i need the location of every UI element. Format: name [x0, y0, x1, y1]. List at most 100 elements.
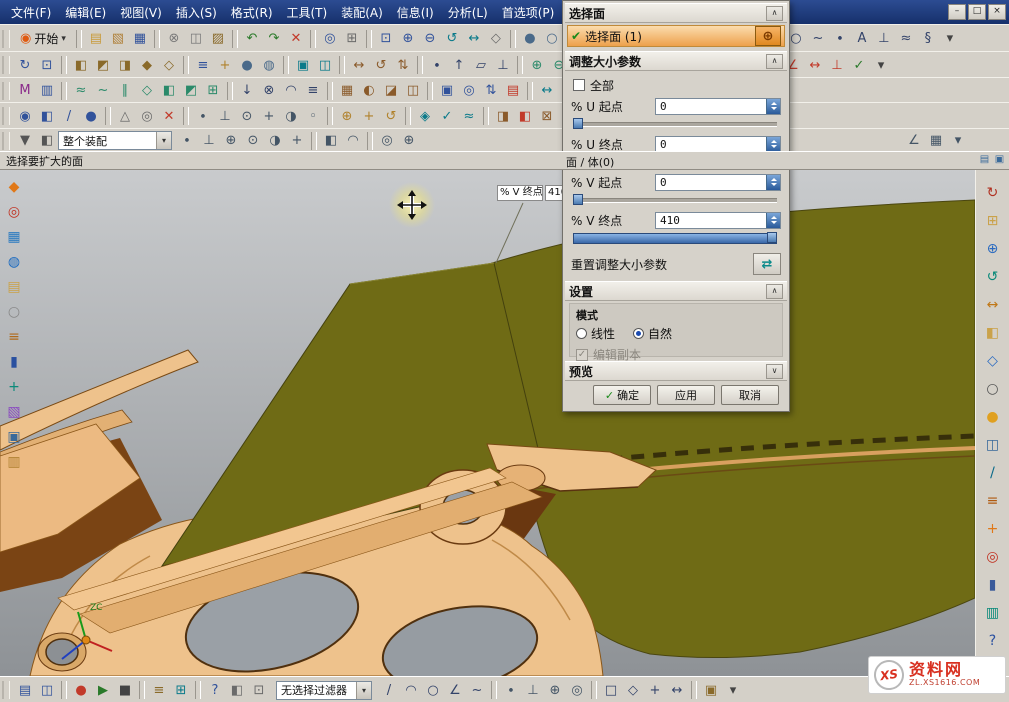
- zoom-view[interactable]: ⊕: [981, 238, 1005, 260]
- all-checkbox[interactable]: [573, 79, 585, 91]
- chevron-down-icon[interactable]: ▾: [156, 132, 171, 149]
- curve-line[interactable]: /: [378, 679, 400, 701]
- roles-navigator[interactable]: ◆: [2, 176, 26, 198]
- move-object[interactable]: ↔: [348, 54, 370, 76]
- window-cascade[interactable]: ◫: [36, 679, 58, 701]
- snap-center-toggle[interactable]: ◎: [566, 679, 588, 701]
- menu-view[interactable]: 视图(V): [113, 1, 169, 24]
- check-faces[interactable]: ✓: [436, 105, 458, 127]
- snap-center[interactable]: ⊙: [236, 105, 258, 127]
- trimetric-view[interactable]: ◇: [158, 54, 180, 76]
- ruler-tool[interactable]: ≡: [981, 490, 1005, 512]
- light-bulb[interactable]: ●: [981, 406, 1005, 428]
- deselect-all[interactable]: ✕: [158, 105, 180, 127]
- zoom-out[interactable]: ⊖: [419, 28, 441, 50]
- through-curves[interactable]: ≈: [70, 80, 92, 102]
- pan-view-tool[interactable]: ↔: [981, 294, 1005, 316]
- save-file[interactable]: ▦: [129, 28, 151, 50]
- spinner[interactable]: [766, 137, 780, 152]
- info[interactable]: §: [917, 28, 939, 50]
- offset-surface[interactable]: ◧: [158, 80, 180, 102]
- face-collector-row[interactable]: ✔ 选择面 (1) ⊕: [567, 25, 785, 47]
- zoom-in[interactable]: ⊕: [397, 28, 419, 50]
- examine-geometry[interactable]: ◈: [414, 105, 436, 127]
- open-file[interactable]: ▧: [107, 28, 129, 50]
- snap-settings[interactable]: ▾: [947, 130, 969, 152]
- select-face-button[interactable]: ⊕: [755, 26, 781, 46]
- analysis[interactable]: ≈: [895, 28, 917, 50]
- rotate-view-tool[interactable]: ↺: [981, 266, 1005, 288]
- materials-palette[interactable]: ▧: [2, 401, 26, 423]
- menu-assemblies[interactable]: 装配(A): [334, 1, 390, 24]
- right-view[interactable]: ◨: [114, 54, 136, 76]
- mold-wizard[interactable]: M: [14, 80, 36, 102]
- v-start-slider[interactable]: [573, 194, 777, 205]
- snap-mid[interactable]: ⊥: [214, 105, 236, 127]
- snap-intersection[interactable]: +: [258, 105, 280, 127]
- cut[interactable]: ⊗: [163, 28, 185, 50]
- select-face[interactable]: ◧: [36, 105, 58, 127]
- fit-view[interactable]: ⊞: [981, 210, 1005, 232]
- snap-end[interactable]: ∙: [192, 105, 214, 127]
- spinner[interactable]: [766, 175, 780, 190]
- u-start-input[interactable]: 0: [655, 98, 781, 115]
- measure[interactable]: ⊥: [873, 28, 895, 50]
- chevron-down-icon[interactable]: ▾: [356, 682, 371, 699]
- snap-toggle-point[interactable]: ∙: [176, 130, 198, 152]
- start-menu-button[interactable]: ◉ 开始 ▾: [16, 29, 73, 48]
- notes-palette[interactable]: ≡: [2, 326, 26, 348]
- scale-object[interactable]: ⇅: [392, 54, 414, 76]
- ruled-surface[interactable]: ∥: [114, 80, 136, 102]
- clipboard-palette[interactable]: ▥: [2, 451, 26, 473]
- selection-preview[interactable]: ◎: [376, 130, 398, 152]
- context-help[interactable]: ?: [204, 679, 226, 701]
- swept[interactable]: ~: [92, 80, 114, 102]
- show-navigator[interactable]: ▤: [14, 679, 36, 701]
- offset-curve[interactable]: ≡: [302, 80, 324, 102]
- toolbar-grip[interactable]: [2, 132, 10, 150]
- radio-natural[interactable]: 自然: [633, 325, 672, 342]
- reset-button[interactable]: ⇄: [753, 253, 781, 275]
- v-end-slider[interactable]: [573, 232, 777, 243]
- more-commands[interactable]: ▾: [939, 28, 961, 50]
- spline[interactable]: ~: [807, 28, 829, 50]
- section-header-resize-params[interactable]: 调整大小参数 ∧: [565, 51, 787, 71]
- top-selection-priority[interactable]: △: [114, 105, 136, 127]
- menu-preferences[interactable]: 首选项(P): [495, 1, 562, 24]
- constraint-navigator[interactable]: ◍: [2, 251, 26, 273]
- magnify[interactable]: ⊕: [398, 130, 420, 152]
- v-end-input[interactable]: 410: [655, 212, 781, 229]
- filter-face[interactable]: ◧: [36, 130, 58, 152]
- view-fit[interactable]: ⊡: [375, 28, 397, 50]
- radio-linear[interactable]: 线性: [576, 325, 615, 342]
- section-header-preview[interactable]: 预览 ∨: [565, 361, 787, 381]
- graphics-viewport[interactable]: ZC ◆◎▦◍▤○≡▮+▧▣▥ % V 终点 410: [0, 168, 975, 676]
- toolbar-grip[interactable]: [2, 107, 10, 125]
- split-body[interactable]: ◫: [402, 80, 424, 102]
- spinner[interactable]: [766, 213, 780, 228]
- snap-toggle-mid[interactable]: ⊕: [220, 130, 242, 152]
- select-any[interactable]: ◉: [14, 105, 36, 127]
- close-button[interactable]: ×: [988, 4, 1006, 20]
- select-edge[interactable]: /: [58, 105, 80, 127]
- ok-button[interactable]: ✓ 确定: [593, 385, 651, 405]
- u-end-input[interactable]: 0: [655, 136, 781, 153]
- curve-fillet[interactable]: ∠: [444, 679, 466, 701]
- new-file[interactable]: ▤: [85, 28, 107, 50]
- grip-tools[interactable]: ⊞: [170, 679, 192, 701]
- display-mode[interactable]: ●: [236, 54, 258, 76]
- workbench[interactable]: ▣: [700, 679, 722, 701]
- menu-insert[interactable]: 插入(S): [169, 1, 224, 24]
- redo[interactable]: ↷: [263, 28, 285, 50]
- snap-toggle-end[interactable]: ⊥: [198, 130, 220, 152]
- section-header-settings[interactable]: 设置 ∧: [565, 281, 787, 301]
- section-header-select-face[interactable]: 选择面 ∧: [565, 3, 787, 23]
- select-body[interactable]: ●: [80, 105, 102, 127]
- highlight-toggle[interactable]: ◎: [136, 105, 158, 127]
- apply-button[interactable]: 应用: [657, 385, 715, 405]
- front-view-tool[interactable]: ◧: [981, 322, 1005, 344]
- column-tool[interactable]: ▮: [981, 574, 1005, 596]
- assembly-navigator[interactable]: ▦: [2, 226, 26, 248]
- help-tool[interactable]: ?: [981, 630, 1005, 652]
- wireframe-tool[interactable]: ○: [981, 378, 1005, 400]
